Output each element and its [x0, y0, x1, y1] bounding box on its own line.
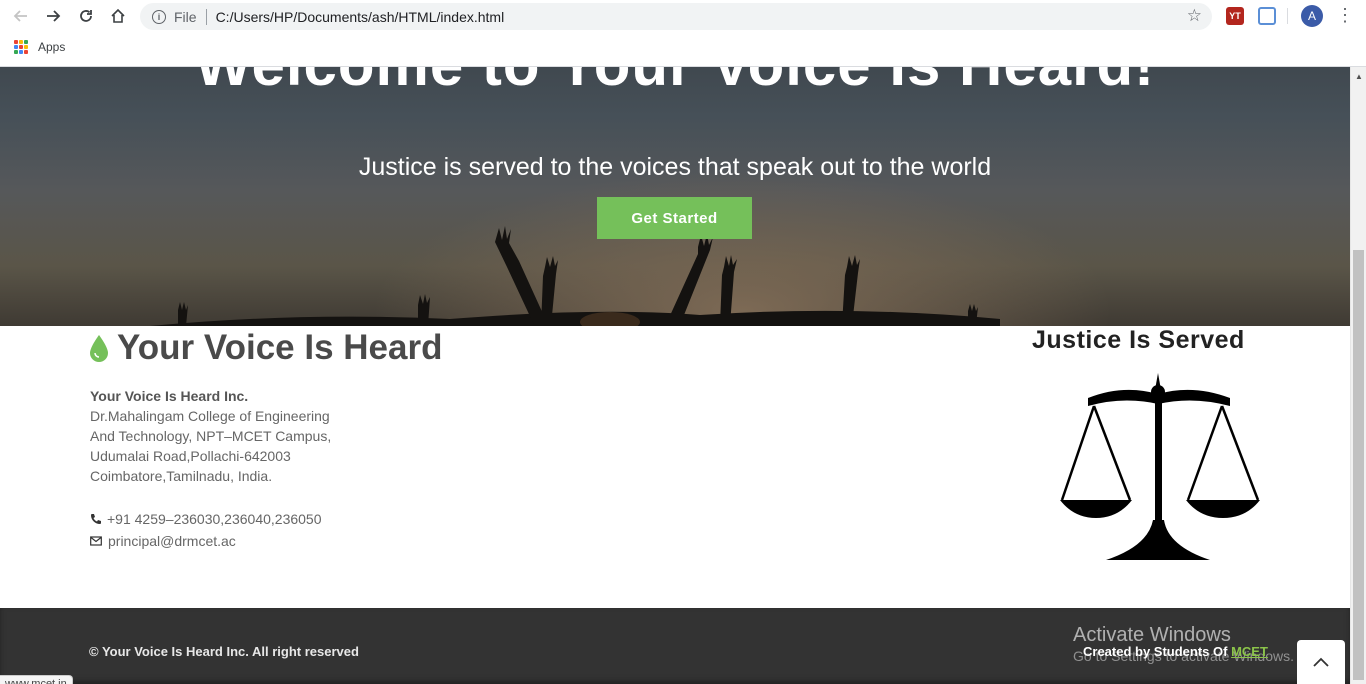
address-line: Udumalai Road,Pollachi-642003: [90, 448, 291, 464]
envelope-icon: [90, 536, 102, 546]
scheme-label: File: [174, 8, 197, 25]
chevron-up-icon: [1313, 657, 1329, 667]
forward-arrow-icon[interactable]: [41, 4, 65, 28]
brand-name: Your Voice Is Heard: [117, 328, 443, 367]
apps-shortcut[interactable]: Apps: [14, 40, 65, 54]
address-line: And Technology, NPT–MCET Campus,: [90, 428, 332, 444]
org-name: Your Voice Is Heard Inc.: [90, 388, 249, 404]
page-viewport: Welcome to Your Voice Is Heard! Justice …: [0, 67, 1350, 684]
phone-row: +91 4259–236030,236040,236050: [90, 508, 322, 530]
back-to-top-button[interactable]: [1297, 640, 1345, 684]
phone-icon: [91, 514, 101, 524]
scroll-up-arrow-icon[interactable]: ▲: [1355, 72, 1363, 81]
email-row: principal@drmcet.ac: [90, 530, 322, 552]
url-text[interactable]: C:/Users/HP/Documents/ash/HTML/index.htm…: [216, 9, 505, 25]
address-bar[interactable]: i File C:/Users/HP/Documents/ash/HTML/in…: [140, 3, 1212, 30]
reload-icon[interactable]: [74, 4, 98, 28]
address-line: Dr.Mahalingam College of Engineering: [90, 408, 330, 424]
hero-subtitle: Justice is served to the voices that spe…: [358, 153, 992, 181]
phone-number: +91 4259–236030,236040,236050: [107, 511, 322, 527]
page-scrollbar[interactable]: ▲: [1350, 67, 1366, 684]
kebab-menu-icon[interactable]: ⋮: [1336, 5, 1354, 25]
contact-block: +91 4259–236030,236040,236050 principal@…: [90, 508, 322, 552]
browser-toolbar: i File C:/Users/HP/Documents/ash/HTML/in…: [0, 0, 1366, 67]
copyright-text: © Your Voice Is Heard Inc. All right res…: [89, 644, 359, 659]
notes-extension-icon[interactable]: [1258, 7, 1276, 25]
status-bar-url: www.mcet.in: [0, 675, 73, 684]
back-arrow-icon[interactable]: [9, 4, 33, 28]
apps-grid-icon: [14, 40, 28, 54]
scroll-thumb[interactable]: [1353, 250, 1364, 680]
address-line: Coimbatore,Tamilnadu, India.: [90, 468, 273, 484]
youtube-extension-icon[interactable]: YT: [1226, 7, 1244, 25]
toolbar-divider: [1287, 8, 1288, 24]
omnibox-divider: [205, 8, 207, 25]
profile-avatar[interactable]: A: [1301, 5, 1323, 27]
bookmark-star-icon[interactable]: ☆: [1187, 6, 1202, 26]
apps-label: Apps: [38, 40, 66, 54]
page-footer: © Your Voice Is Heard Inc. All right res…: [0, 608, 1350, 684]
home-icon[interactable]: [106, 4, 130, 28]
justice-title: Justice Is Served: [1032, 326, 1245, 354]
mcet-link[interactable]: MCET: [1231, 644, 1268, 659]
info-icon[interactable]: i: [152, 9, 166, 24]
hero-banner: Welcome to Your Voice Is Heard! Justice …: [0, 67, 1350, 326]
brand-heading: Your Voice Is Heard: [88, 328, 442, 368]
credit-prefix: Created by Students Of: [1083, 644, 1232, 659]
hero-title: Welcome to Your Voice Is Heard!: [0, 67, 1350, 102]
credit-text: Created by Students Of MCET: [1083, 644, 1268, 659]
address-block: Your Voice Is Heard Inc. Dr.Mahalingam C…: [90, 386, 331, 486]
water-drop-icon: [90, 335, 108, 362]
scales-of-justice-icon: [1060, 373, 1260, 560]
get-started-button[interactable]: Get Started: [597, 197, 752, 239]
email-address[interactable]: principal@drmcet.ac: [108, 530, 236, 552]
about-section: Your Voice Is Heard Your Voice Is Heard …: [0, 326, 1350, 608]
